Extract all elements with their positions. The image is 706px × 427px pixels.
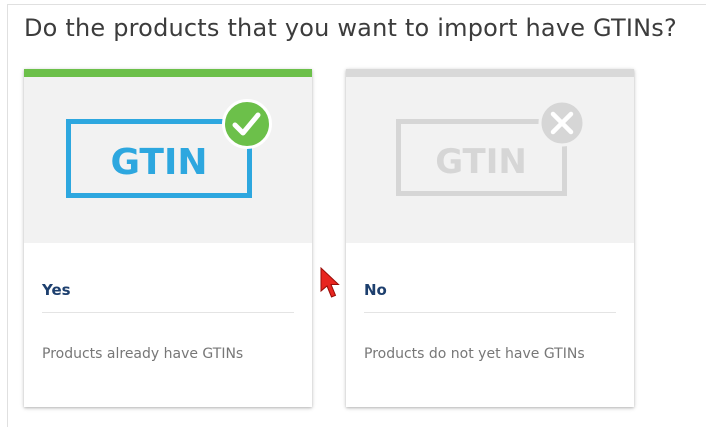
option-description: Products already have GTINs [42, 346, 244, 362]
gtin-badge-text: GTIN [111, 142, 208, 183]
x-icon [538, 99, 586, 147]
option-image-yes: GTIN [24, 77, 312, 243]
option-description: Products do not yet have GTINs [364, 346, 585, 362]
option-card-no[interactable]: GTIN No Products do not yet have GTINs [346, 69, 634, 407]
divider [364, 312, 616, 313]
card-top-bar [346, 69, 634, 77]
mouse-cursor-icon [320, 267, 340, 298]
option-title: Yes [42, 281, 71, 299]
gtin-badge-icon: GTIN [66, 119, 252, 198]
gtin-badge-icon: GTIN [396, 119, 567, 196]
gtin-badge-text: GTIN [435, 142, 527, 182]
divider [42, 312, 294, 313]
option-image-no: GTIN [346, 77, 634, 243]
check-icon [222, 99, 272, 149]
option-card-yes[interactable]: GTIN Yes Products already have GTINs [24, 69, 312, 407]
page-title: Do the products that you want to import … [24, 14, 677, 42]
selected-indicator-bar [24, 69, 312, 77]
option-title: No [364, 281, 387, 299]
